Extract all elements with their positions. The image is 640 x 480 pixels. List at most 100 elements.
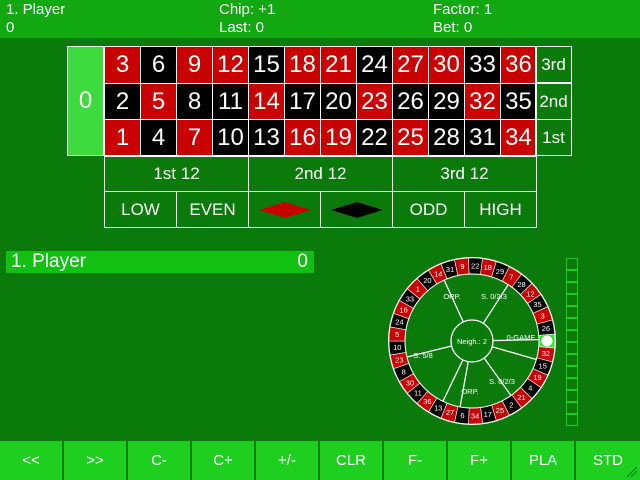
- player-list-score: 0: [297, 251, 308, 272]
- wheel-pocket-label: 1: [416, 285, 420, 294]
- number-cell[interactable]: 35: [500, 82, 537, 121]
- zero-game-label[interactable]: 0-GAME: [507, 333, 536, 342]
- number-cell[interactable]: 27: [392, 46, 429, 84]
- number-cell[interactable]: 25: [392, 119, 429, 158]
- number-cell[interactable]: 29: [428, 82, 465, 121]
- chip-slot: [566, 294, 578, 306]
- number-cell[interactable]: 31: [464, 119, 501, 158]
- chip-increase-button[interactable]: C+: [192, 441, 254, 480]
- number-cell[interactable]: 11: [212, 82, 249, 121]
- even-bet[interactable]: EVEN: [176, 191, 249, 228]
- wheel-pocket-label: 10: [393, 343, 401, 352]
- factor-decrease-button[interactable]: F-: [384, 441, 446, 480]
- column-bet-3rd[interactable]: 3rd: [535, 46, 572, 83]
- number-cell[interactable]: 36: [500, 46, 537, 84]
- number-cell[interactable]: 1: [104, 119, 141, 158]
- forward-button[interactable]: >>: [64, 441, 126, 480]
- number-cell[interactable]: 2: [104, 82, 141, 121]
- orphelins-top-label[interactable]: ORP.: [443, 292, 460, 301]
- zero-marker: [541, 335, 553, 347]
- roulette-wheel[interactable]: 0321519421225173462713361130823105241633…: [386, 255, 558, 427]
- number-cell[interactable]: 7: [176, 119, 213, 158]
- player-name-label: 1. Player: [6, 1, 66, 18]
- column-bet-1st[interactable]: 1st: [535, 119, 572, 156]
- number-cell[interactable]: 5: [140, 82, 177, 121]
- wheel-pocket-label: 8: [402, 367, 406, 376]
- status-header: 1. Player 0 Chip: +1 Last: 0 Factor: 1 B…: [0, 0, 640, 38]
- wheel-pocket-label: 32: [542, 349, 550, 358]
- wheel-pocket-label: 9: [460, 262, 464, 271]
- high-bet[interactable]: HIGH: [464, 191, 537, 228]
- orphelins-bottom-label[interactable]: ORP.: [461, 387, 478, 396]
- chip-slot: [566, 306, 578, 318]
- number-cell[interactable]: 14: [248, 82, 285, 121]
- low-bet[interactable]: LOW: [104, 191, 177, 228]
- column-bet-2nd[interactable]: 2nd: [535, 83, 572, 120]
- black-bet[interactable]: [320, 191, 393, 228]
- factor-increase-button[interactable]: F+: [448, 441, 510, 480]
- red-bet[interactable]: [248, 191, 321, 228]
- dozen-bet-2nd[interactable]: 2nd 12: [248, 155, 393, 192]
- wheel-pocket-label: 3: [541, 312, 545, 321]
- number-cell[interactable]: 32: [464, 82, 501, 121]
- zero-cell[interactable]: 0: [67, 46, 104, 156]
- wheel-pocket-label: 27: [446, 408, 454, 417]
- bet-value: Bet: 0: [433, 19, 473, 36]
- series-023-top-label[interactable]: S. 0/2/3: [481, 292, 507, 301]
- number-cell[interactable]: 19: [320, 119, 357, 158]
- chip-slot: [566, 270, 578, 282]
- rewind-button[interactable]: <<: [0, 441, 62, 480]
- clear-button[interactable]: CLR: [320, 441, 382, 480]
- wheel-pocket-label: 28: [517, 280, 525, 289]
- wheel-pocket-label: 35: [533, 300, 541, 309]
- chip-slot: [566, 366, 578, 378]
- neighbours-label[interactable]: Neigh.: 2: [457, 337, 487, 346]
- series-023-bottom-label[interactable]: S. 0/2/3: [489, 377, 515, 386]
- number-cell[interactable]: 12: [212, 46, 249, 84]
- chip-value: Chip: +1: [219, 1, 276, 18]
- wheel-pocket-label: 7: [509, 273, 513, 282]
- chip-slot: [566, 330, 578, 342]
- series-58-label[interactable]: S. 5/8: [413, 351, 433, 360]
- chip-slot: [566, 414, 578, 426]
- number-cell[interactable]: 18: [284, 46, 321, 84]
- chip-slot: [566, 402, 578, 414]
- number-cell[interactable]: 26: [392, 82, 429, 121]
- wheel-pocket-label: 15: [539, 361, 547, 370]
- number-cell[interactable]: 20: [320, 82, 357, 121]
- number-cell[interactable]: 3: [104, 46, 141, 84]
- dozen-bet-3rd[interactable]: 3rd 12: [392, 155, 537, 192]
- chip-decrease-button[interactable]: C-: [128, 441, 190, 480]
- wheel-pocket-label: 16: [399, 306, 407, 315]
- wheel-pocket-label: 36: [423, 397, 431, 406]
- number-cell[interactable]: 21: [320, 46, 357, 84]
- number-cell[interactable]: 24: [356, 46, 393, 84]
- number-cell[interactable]: 8: [176, 82, 213, 121]
- number-cell[interactable]: 30: [428, 46, 465, 84]
- toggle-sign-button[interactable]: +/-: [256, 441, 318, 480]
- dozen-bet-1st[interactable]: 1st 12: [104, 155, 249, 192]
- number-cell[interactable]: 6: [140, 46, 177, 84]
- resize-grip-icon[interactable]: [626, 466, 638, 478]
- number-cell[interactable]: 16: [284, 119, 321, 158]
- number-cell[interactable]: 15: [248, 46, 285, 84]
- wheel-pocket-label: 33: [406, 295, 414, 304]
- wheel-pocket-label: 14: [434, 270, 442, 279]
- number-cell[interactable]: 10: [212, 119, 249, 158]
- wheel-pocket-label: 2: [509, 400, 513, 409]
- number-cell[interactable]: 4: [140, 119, 177, 158]
- number-cell[interactable]: 9: [176, 46, 213, 84]
- number-cell[interactable]: 28: [428, 119, 465, 158]
- odd-bet[interactable]: ODD: [392, 191, 465, 228]
- black-diamond-icon: [330, 201, 383, 218]
- number-cell[interactable]: 13: [248, 119, 285, 158]
- wheel-pocket-label: 17: [484, 410, 492, 419]
- number-cell[interactable]: 17: [284, 82, 321, 121]
- number-cell[interactable]: 23: [356, 82, 393, 121]
- player-list-item[interactable]: 1. Player 0: [6, 251, 314, 273]
- play-button[interactable]: PLA: [512, 441, 574, 480]
- wheel-pocket-label: 34: [471, 411, 479, 420]
- number-cell[interactable]: 33: [464, 46, 501, 84]
- number-cell[interactable]: 22: [356, 119, 393, 158]
- number-cell[interactable]: 34: [500, 119, 537, 158]
